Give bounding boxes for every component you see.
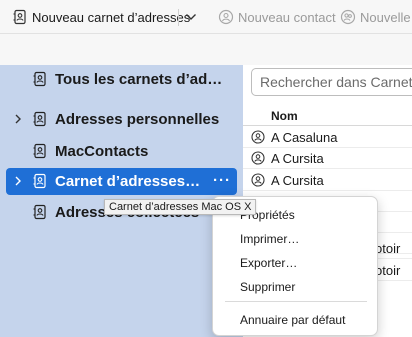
sidebar-item-label: MacContacts: [55, 143, 149, 160]
toolbar-divider: [178, 9, 179, 26]
sidebar-item-all-address-books[interactable]: Tous les carnets d’adre…: [6, 66, 237, 93]
menu-item-export[interactable]: Exporter…: [219, 252, 371, 274]
menu-separator: [225, 301, 367, 302]
contact-name: A Casaluna: [271, 130, 338, 145]
contact-icon: [251, 130, 265, 144]
menu-item-default-directory[interactable]: Annuaire par défaut: [219, 309, 371, 331]
more-options-icon[interactable]: ···: [213, 172, 231, 189]
new-contact-icon: [218, 9, 234, 25]
new-address-book-button[interactable]: Nouveau carnet d’adresses: [12, 0, 190, 34]
table-row[interactable]: A Casaluna: [243, 127, 412, 148]
contact-name-fragment: otoir: [375, 263, 401, 278]
address-book-icon: [13, 9, 26, 25]
tooltip: Carnet d’adresses Mac OS X: [104, 199, 257, 215]
new-list-button[interactable]: Nouvelle li: [340, 0, 412, 34]
table-row[interactable]: A Cursita: [243, 148, 412, 169]
address-book-icon: [33, 143, 46, 159]
contact-name-fragment: otoir: [375, 241, 401, 256]
contact-icon: [251, 173, 265, 187]
table-row[interactable]: A Cursita: [243, 170, 412, 191]
menu-item-delete[interactable]: Supprimer: [219, 276, 371, 298]
search-input[interactable]: Rechercher dans Carnet: [251, 68, 412, 96]
sidebar-item-label: Carnet d’adresses …: [55, 173, 203, 190]
context-menu: Propriétés Imprimer… Exporter… Supprimer…: [212, 196, 378, 336]
new-list-label: Nouvelle li: [360, 9, 412, 25]
address-book-icon: [33, 204, 46, 220]
column-header-label: Nom: [271, 109, 298, 123]
sidebar-item-mac-address-book[interactable]: Carnet d’adresses … ···: [6, 168, 237, 195]
address-book-icon: [33, 173, 46, 189]
sidebar-item-maccontacts[interactable]: MacContacts: [6, 138, 237, 165]
menu-item-print[interactable]: Imprimer…: [219, 228, 371, 250]
new-contact-label: Nouveau contact: [238, 9, 336, 25]
sidebar-item-label: Tous les carnets d’adre…: [55, 71, 227, 88]
contact-name: A Cursita: [271, 151, 324, 166]
chevron-down-icon[interactable]: [184, 10, 198, 24]
sidebar-header-strip: [0, 34, 243, 65]
contact-name: A Cursita: [271, 173, 324, 188]
sidebar-item-personal-addresses[interactable]: Adresses personnelles: [6, 106, 237, 133]
toolbar: Nouveau carnet d’adresses Nouveau contac…: [0, 0, 412, 34]
new-address-book-label: Nouveau carnet d’adresses: [32, 9, 191, 25]
contact-icon: [251, 151, 265, 165]
list-header-strip: [243, 34, 412, 65]
new-contact-button[interactable]: Nouveau contact: [218, 0, 336, 34]
chevron-right-icon[interactable]: [12, 175, 24, 187]
sidebar-item-label: Adresses personnelles: [55, 111, 220, 128]
chevron-right-icon[interactable]: [12, 113, 24, 125]
address-book-icon: [33, 111, 46, 127]
column-header-name[interactable]: Nom: [243, 106, 412, 126]
address-book-icon: [33, 71, 46, 87]
new-list-icon: [340, 9, 356, 25]
